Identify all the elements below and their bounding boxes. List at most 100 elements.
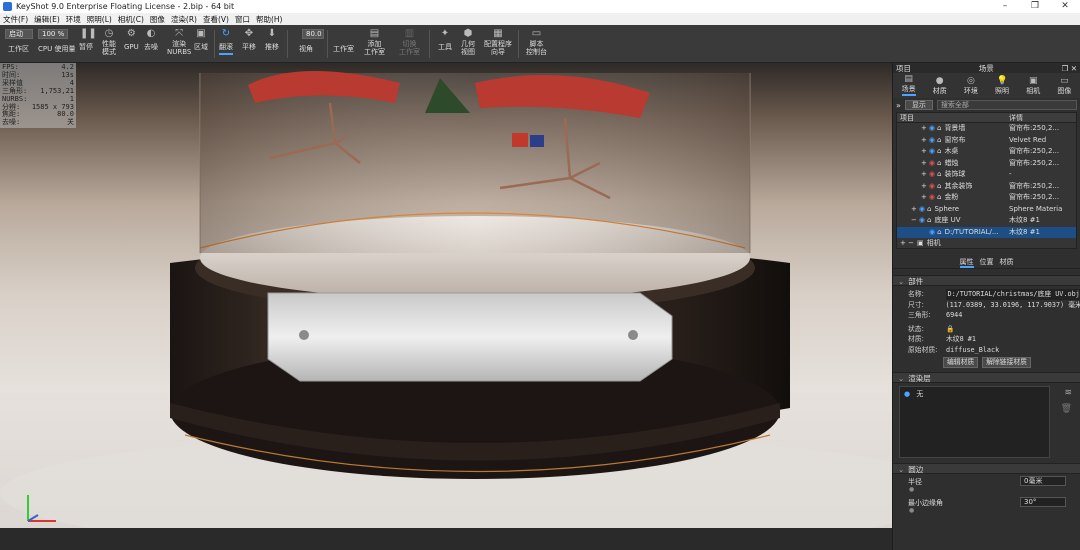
performance-icon: ◷ (104, 28, 114, 39)
eye-hidden-icon[interactable]: ◉ (929, 169, 935, 181)
tree-row[interactable]: + ◉ ⌂ 背景墙 窗帘布:250,2... (897, 123, 1076, 135)
pause-button[interactable]: ❚❚ 暂停 (79, 28, 97, 51)
toolbar-divider (429, 30, 430, 58)
min-angle-input[interactable]: 30° (1020, 497, 1066, 507)
menu-edit[interactable]: 编辑(E) (34, 14, 60, 25)
switch-studio-button[interactable]: ▥ 切换 工作室 (399, 28, 420, 56)
geometry-view-button[interactable]: ⬢ 几何 视图 (461, 28, 475, 56)
search-input[interactable]: 搜索全部 (936, 100, 1077, 110)
close-icon[interactable]: ✕ (1050, 0, 1080, 13)
unlink-material-button[interactable]: 解除链接材质 (982, 357, 1031, 368)
tools-button[interactable]: ✦ 工具 (438, 28, 452, 51)
prop-triangles: 三角形: 6944 (908, 311, 963, 319)
menu-camera[interactable]: 相机(C) (118, 14, 144, 25)
tab-scene[interactable]: ▤ 场景 (901, 74, 916, 96)
scene-tree: 项目 详情 + ◉ ⌂ 背景墙 窗帘布:250,2... + ◉ ⌂ 窗帘布 Velvet Red… (896, 112, 1077, 249)
tab-material-props[interactable]: 材质 (1000, 257, 1014, 268)
radius-slider[interactable]: ● (909, 486, 914, 493)
chevron-down-icon: ⌄ (898, 374, 905, 383)
minimize-icon[interactable]: – (990, 0, 1020, 13)
panel-controls[interactable]: ❐ ✕ (1062, 64, 1077, 73)
pause-icon: ❚❚ (80, 28, 97, 39)
collapse-icon[interactable]: » (896, 101, 901, 110)
tree-row[interactable]: − ◉ ⌂ 底座 UV 木纹8 #1 (897, 215, 1076, 227)
menu-view[interactable]: 查看(V) (203, 14, 229, 25)
tree-row[interactable]: + ◉ ⌂ 其余装饰 窗帘布:250,2... (897, 181, 1076, 193)
eye-hidden-icon[interactable]: ◉ (929, 192, 935, 204)
tumble-button[interactable]: ↻ 翻滚 (219, 28, 233, 55)
eye-hidden-icon[interactable]: ◉ (929, 181, 935, 193)
show-dropdown[interactable]: 显示 (904, 100, 933, 110)
denoise-button[interactable]: ◐ 去噪 (144, 28, 158, 51)
min-angle-slider[interactable]: ● (909, 507, 914, 514)
tree-row-selected[interactable]: ◉ ⌂ D:/TUTORIAL/... 木纹8 #1 (897, 226, 1076, 239)
menu-lighting[interactable]: 照明(L) (87, 14, 112, 25)
tools-icon: ✦ (440, 28, 450, 39)
studio-button[interactable]: 工作室 (333, 45, 354, 53)
eye-icon[interactable]: ◉ (919, 215, 925, 227)
tree-row[interactable]: + ◉ ⌂ 蜡烛 窗帘布:250,2... (897, 158, 1076, 170)
property-tabs: 属性 位置 材质 (893, 257, 1080, 269)
menu-image[interactable]: 图像 (150, 14, 165, 25)
tree-row[interactable]: + ◉ ⌂ Sphere Sphere Materia (897, 204, 1076, 216)
maximize-icon[interactable]: ❐ (1020, 0, 1050, 13)
render-layer-list[interactable]: ● 无 (899, 386, 1050, 458)
eye-icon[interactable]: ◉ (919, 204, 925, 216)
panel-header: 项目 场景 ❐ ✕ (893, 63, 1080, 73)
layers-icon[interactable]: ≋ (1064, 388, 1072, 398)
section-parts[interactable]: ⌄ 部件 (893, 275, 1080, 286)
menu-file[interactable]: 文件(F) (3, 14, 28, 25)
section-rounding[interactable]: ⌄ 圆边 (893, 463, 1080, 474)
tab-lighting[interactable]: 💡 照明 (995, 76, 1009, 96)
add-studio-button[interactable]: ▤ 添加 工作室 (364, 28, 385, 56)
eye-icon[interactable]: ◉ (929, 135, 935, 147)
keyshot-logo-icon (3, 2, 12, 11)
render-nurbs-button[interactable]: ⤧ 渲染 NURBS (167, 28, 191, 56)
dolly-button[interactable]: ⬇ 推移 (265, 28, 279, 51)
menu-environment[interactable]: 环境 (66, 14, 81, 25)
tree-row[interactable]: + ◉ ⌂ 木桌 窗帘布:250,2... (897, 146, 1076, 158)
fov-input[interactable]: 80.0 (302, 29, 324, 39)
dolly-icon: ⬇ (267, 28, 277, 39)
lock-icon[interactable]: 🔒 (946, 324, 954, 335)
startup-dropdown[interactable]: 启动 (5, 29, 33, 39)
configurator-icon: ▦ (493, 28, 503, 39)
cpu-usage-input[interactable]: 100 % (38, 29, 68, 39)
eye-icon[interactable]: ◉ (929, 146, 935, 158)
performance-mode-button[interactable]: ◷ 性能 模式 (102, 28, 116, 56)
pan-button[interactable]: ✥ 平移 (242, 28, 256, 51)
tab-camera[interactable]: ▣ 相机 (1026, 76, 1040, 96)
configurator-wizard-button[interactable]: ▦ 配置程序 向导 (484, 28, 512, 56)
workspace-button[interactable]: 工作区 (8, 45, 29, 53)
toolbar-divider (287, 30, 288, 58)
menu-render[interactable]: 渲染(R) (171, 14, 197, 25)
script-console-button[interactable]: ▭ 脚本 控制台 (526, 28, 547, 56)
layer-radio-icon[interactable]: ● (904, 390, 910, 398)
title-bar: KeyShot 9.0 Enterprise Floating License … (0, 0, 1080, 13)
tab-image[interactable]: ▭ 图像 (1057, 76, 1071, 96)
layer-item[interactable]: 无 (916, 390, 923, 398)
eye-hidden-icon[interactable]: ◉ (929, 158, 935, 170)
section-render-layers[interactable]: ⌄ 渲染层 (893, 372, 1080, 383)
eye-icon[interactable]: ◉ (929, 123, 935, 135)
tab-position[interactable]: 位置 (980, 257, 994, 268)
trash-icon[interactable]: 🗑 (1061, 404, 1072, 414)
menu-help[interactable]: 帮助(H) (256, 14, 283, 25)
view-angle-button[interactable]: 视角 (299, 45, 313, 53)
tree-row[interactable]: + ◉ ⌂ 金粉 窗帘布:250,2... (897, 192, 1076, 204)
tree-row[interactable]: + − ▣ 相机 (897, 238, 1076, 248)
tab-material[interactable]: ● 材质 (933, 76, 947, 96)
tree-row[interactable]: + ◉ ⌂ 窗帘布 Velvet Red (897, 135, 1076, 147)
cpu-usage-button[interactable]: CPU 使用量 (38, 45, 75, 53)
tab-properties[interactable]: 属性 (959, 257, 974, 268)
region-button[interactable]: ▣ 区域 (194, 28, 208, 51)
edit-material-button[interactable]: 编辑材质 (943, 357, 979, 368)
pan-icon: ✥ (244, 28, 254, 39)
menu-window[interactable]: 窗口 (235, 14, 250, 25)
eye-icon[interactable]: ◉ (929, 227, 935, 239)
radius-input[interactable]: 0毫米 (1020, 476, 1066, 486)
tab-environment[interactable]: ◎ 环境 (964, 76, 978, 96)
tree-row[interactable]: + ◉ ⌂ 装饰球 - (897, 169, 1076, 181)
gpu-button[interactable]: ⚙ GPU (124, 28, 139, 51)
render-viewport[interactable]: FPS: 4.2 时间: 13s 采样值 4 三角形: 1,753,21 NURBS: 1… (0, 63, 892, 528)
